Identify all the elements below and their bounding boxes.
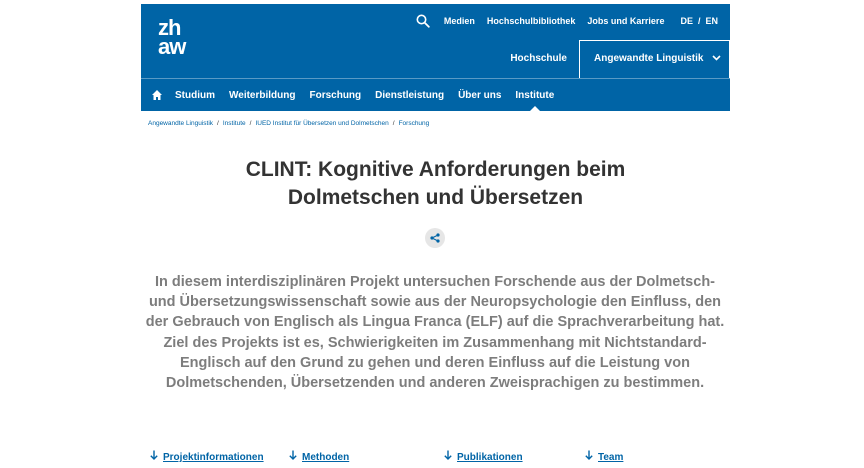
site-header: zh aw Medien Hochschulbibliothek Jobs un… [141,4,730,112]
breadcrumb-item[interactable]: Institute [223,120,246,127]
arrow-down-icon [150,450,158,460]
nav-item-dienstleistung[interactable]: Dienstleistung [375,90,444,101]
anchor-links: Projektinformationen Methoden Publikatio… [148,450,728,466]
nav-item-studium[interactable]: Studium [175,90,215,101]
department-dropdown[interactable]: Angewandte Linguistik [579,40,730,78]
anchor-label: Publikationen [457,452,523,463]
top-links: Medien Hochschulbibliothek Jobs und Karr… [416,4,730,38]
breadcrumb-item[interactable]: Angewandte Linguistik [148,120,213,127]
anchor-publikationen[interactable]: Publikationen [444,450,523,463]
share-button[interactable] [425,228,445,248]
arrow-down-icon [289,450,297,460]
anchor-methoden[interactable]: Methoden [289,450,349,463]
lang-en[interactable]: EN [705,16,718,26]
home-icon[interactable] [151,89,163,101]
arrow-down-icon [585,450,593,460]
anchor-team[interactable]: Team [585,450,623,463]
breadcrumb-separator: / [217,120,219,127]
main-navigation: Studium Weiterbildung Forschung Dienstle… [141,78,730,112]
breadcrumb: Angewandte Linguistik / Institute / IUED Ins… [148,120,429,127]
lead-paragraph: In diesem interdisziplinären Projekt unt… [145,274,725,392]
nav-item-weiterbildung[interactable]: Weiterbildung [229,90,295,101]
breadcrumb-item[interactable]: IUED Institut für Übersetzen und Dolmets… [255,120,388,127]
title-line-2: Dolmetschen und Übersetzen [287,186,584,209]
lang-separator: / [697,16,701,26]
anchor-projektinformationen[interactable]: Projektinformationen [150,450,264,463]
lang-de[interactable]: DE [680,16,693,26]
sub-navigation: Hochschule Angewandte Linguistik [141,40,730,78]
nav-item-institute[interactable]: Institute [515,90,554,112]
anchor-label: Projektinformationen [163,452,264,463]
nav-item-ueber-uns[interactable]: Über uns [458,90,501,101]
breadcrumb-separator: / [249,120,252,127]
anchor-label: Team [598,452,624,463]
nav-item-forschung[interactable]: Forschung [309,90,361,101]
page: zh aw Medien Hochschulbibliothek Jobs un… [0,0,864,468]
department-label: Angewandte Linguistik [594,53,704,64]
hochschule-link[interactable]: Hochschule [498,40,579,78]
share-icon [430,233,440,243]
language-switch: DE / EN [680,16,718,26]
title-line-1: CLINT: Kognitive Anforderungen beim [245,158,626,181]
breadcrumb-item[interactable]: Forschung [399,120,430,127]
anchor-label: Methoden [302,452,350,463]
breadcrumb-separator: / [392,120,395,127]
search-icon[interactable] [416,14,430,28]
link-medien[interactable]: Medien [444,16,475,26]
link-jobs-und-karriere[interactable]: Jobs und Karriere [587,16,664,26]
chevron-down-icon [712,55,721,61]
link-hochschulbibliothek[interactable]: Hochschulbibliothek [487,16,576,26]
arrow-down-icon [444,450,452,460]
page-title: CLINT: Kognitive Anforderungen beim Dolm… [141,156,730,212]
